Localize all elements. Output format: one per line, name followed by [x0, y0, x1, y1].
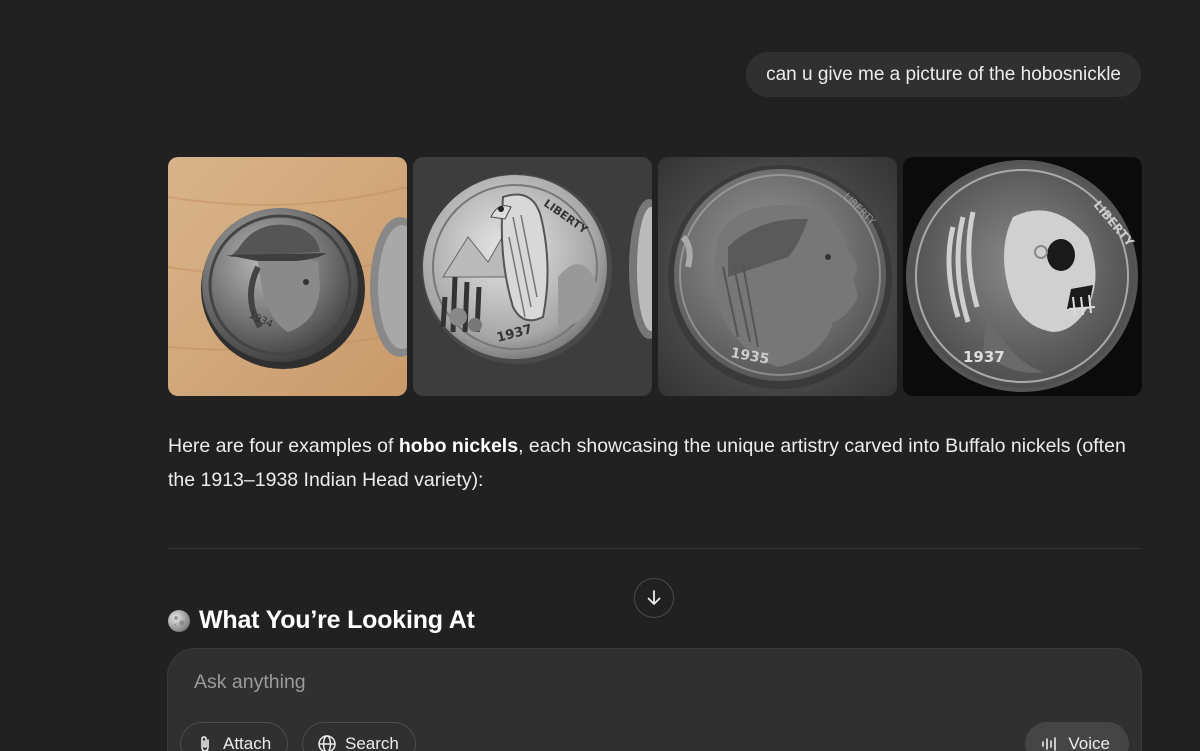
hobo-nickel-skull-image: 1937 LIBERTY	[903, 157, 1142, 396]
user-message-bubble: can u give me a picture of the hobosnick…	[746, 52, 1141, 97]
hobo-nickel-eagle-image: LIBERTY 1937	[413, 157, 652, 396]
search-button[interactable]: Search	[302, 722, 416, 751]
scroll-to-bottom-button[interactable]	[634, 578, 674, 618]
voice-waveform-icon	[1042, 737, 1057, 751]
search-label: Search	[345, 734, 399, 751]
coin-year-1937-skull: 1937	[963, 348, 1005, 366]
section-heading: What You’re Looking At	[167, 606, 475, 635]
paperclip-icon	[201, 736, 209, 751]
voice-button[interactable]: Voice	[1025, 722, 1129, 751]
arrow-down-icon	[647, 590, 661, 605]
message-composer: Attach Search Voice	[167, 648, 1142, 751]
attach-button[interactable]: Attach	[180, 722, 289, 751]
gallery-image-4[interactable]: 1937 LIBERTY	[903, 157, 1142, 396]
section-heading-text: What You’re Looking At	[199, 606, 475, 634]
globe-icon	[318, 735, 336, 751]
gallery-image-1[interactable]: 1934	[168, 157, 407, 396]
answer-prefix: Here are four examples of	[168, 435, 399, 457]
chat-window: can u give me a picture of the hobosnick…	[0, 0, 1200, 751]
assistant-answer: Here are four examples of hobo nickels, …	[168, 429, 1143, 497]
coin-emoji-icon	[168, 609, 190, 632]
voice-label: Voice	[1068, 734, 1110, 751]
hobo-nickel-portrait-image: 1935 LIBERTY	[658, 157, 897, 396]
hobo-nickel-hat-image: 1934	[168, 157, 407, 396]
user-message-text: can u give me a picture of the hobosnick…	[766, 64, 1121, 85]
gallery-image-2[interactable]: LIBERTY 1937	[413, 157, 652, 396]
image-gallery: 1934 LIBERTY 1937 1935 LIBERTY 1937 LIBE…	[168, 157, 1142, 396]
answer-bold-term: hobo nickels	[398, 435, 519, 457]
gallery-image-3[interactable]: 1935 LIBERTY	[658, 157, 897, 396]
attach-label: Attach	[223, 734, 272, 751]
message-input[interactable]	[194, 671, 1094, 694]
section-divider	[168, 548, 1141, 549]
